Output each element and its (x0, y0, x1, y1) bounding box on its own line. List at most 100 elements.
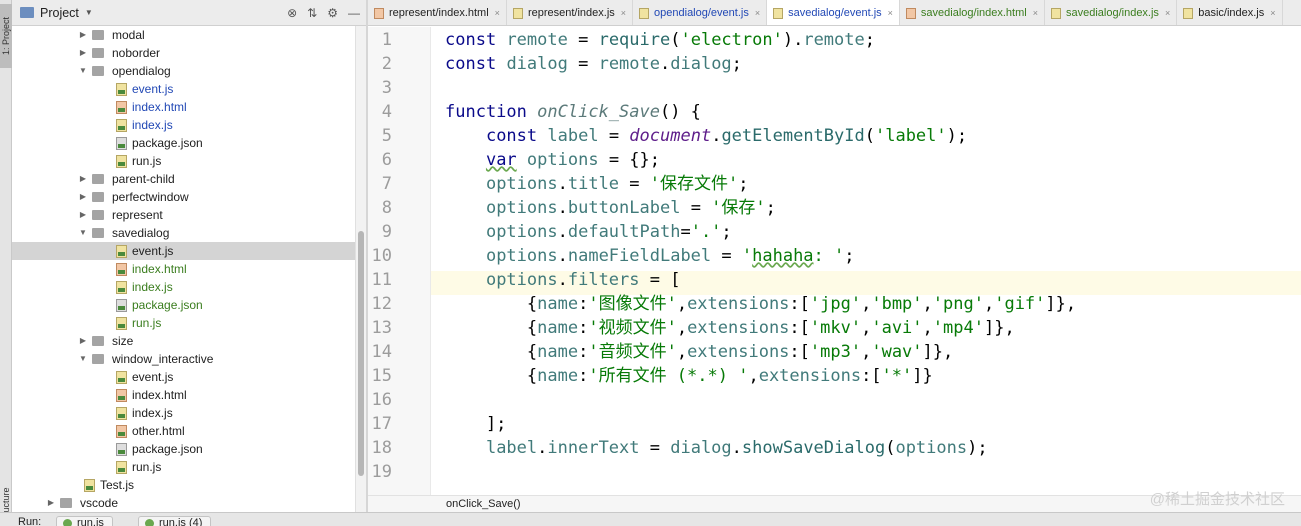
editor-tab[interactable]: basic/index.js × (1177, 0, 1283, 25)
tree-file[interactable]: package.json (12, 134, 355, 152)
tab-label: represent/index.html (389, 7, 489, 19)
tree-file[interactable]: index.html (12, 98, 355, 116)
chevron-right-icon[interactable]: ▶ (78, 26, 88, 44)
tree-folder[interactable]: ▶ size (12, 332, 355, 350)
chevron-down-icon[interactable]: ▼ (78, 62, 88, 80)
tree-folder[interactable]: ▶ perfectwindow (12, 188, 355, 206)
js-file-icon (116, 371, 127, 384)
js-file-icon (1050, 7, 1061, 19)
code-line-15[interactable]: {name:'所有文件 (*.*) ',extensions:['*']} (445, 364, 933, 388)
tree-folder[interactable]: ▶ represent (12, 206, 355, 224)
chevron-right-icon[interactable]: ▶ (78, 44, 88, 62)
close-icon[interactable]: × (1165, 8, 1170, 18)
chevron-right-icon[interactable]: ▶ (78, 206, 88, 224)
tree-file[interactable]: event.js (12, 368, 355, 386)
js-file-icon (116, 461, 127, 474)
editor-tab[interactable]: opendialog/event.js × (633, 0, 768, 25)
code-line-13[interactable]: {name:'视频文件',extensions:['mkv','avi','mp… (445, 316, 1015, 340)
chevron-down-icon[interactable]: ▼ (78, 350, 88, 368)
code-line-1[interactable]: const remote = require('electron').remot… (445, 28, 875, 52)
collapse-all-icon[interactable]: ⊗ (287, 6, 297, 20)
code-line-11[interactable]: options.filters = [ (445, 268, 681, 292)
js-file-icon (116, 317, 127, 330)
editor-tabs: represent/index.html × represent/index.js ×… (368, 0, 1301, 26)
tree-file[interactable]: run.js (12, 458, 355, 476)
chevron-right-icon[interactable]: ▶ (78, 188, 88, 206)
hide-panel-icon[interactable]: — (348, 6, 360, 20)
line-number: 8 (381, 198, 392, 218)
chevron-right-icon[interactable]: ▶ (78, 170, 88, 188)
run-tab[interactable]: run.js (56, 516, 113, 526)
tree-file[interactable]: run.js (12, 314, 355, 332)
tree-folder[interactable]: ▼ window_interactive (12, 350, 355, 368)
tree-item-label: run.js (132, 460, 162, 474)
tree-folder[interactable]: ▼ opendialog (12, 62, 355, 80)
chevron-down-icon[interactable]: ▼ (78, 224, 88, 242)
tree-item-label: size (112, 334, 134, 348)
tree-file[interactable]: index.html (12, 260, 355, 278)
line-number: 4 (381, 102, 392, 122)
editor-tab[interactable]: savedialog/index.html × (900, 0, 1045, 25)
chevron-down-icon[interactable]: ▼ (85, 8, 93, 17)
tree-item-label: represent (112, 208, 163, 222)
chevron-right-icon[interactable]: ▶ (78, 332, 88, 350)
tree-folder[interactable]: ▶ modal (12, 26, 355, 44)
html-file-icon (905, 7, 916, 19)
tree-folder[interactable]: ▶ noborder (12, 44, 355, 62)
tree-file[interactable]: run.js (12, 152, 355, 170)
editor-tab[interactable]: represent/index.js × (507, 0, 634, 25)
tree-file[interactable]: index.html (12, 386, 355, 404)
close-icon[interactable]: × (888, 8, 893, 18)
close-icon[interactable]: × (621, 8, 626, 18)
tree-file[interactable]: event.js (12, 242, 355, 260)
code-line-5[interactable]: const label = document.getElementById('l… (445, 124, 967, 148)
tree-folder[interactable]: ▶ vscode (12, 494, 355, 512)
code-editor[interactable]: const remote = require('electron').remot… (431, 27, 1301, 495)
run-tab[interactable]: run.js (4) (138, 516, 212, 526)
editor-tab[interactable]: savedialog/event.js × (767, 0, 900, 25)
tree-file[interactable]: index.js (12, 404, 355, 422)
breadcrumb-function[interactable]: onClick_Save() (446, 498, 521, 510)
tree-file[interactable]: package.json (12, 440, 355, 458)
folder-icon (92, 30, 104, 40)
tree-file[interactable]: index.js (12, 278, 355, 296)
chevron-right-icon[interactable]: ▶ (46, 494, 56, 512)
tree-item-label: index.js (132, 406, 173, 420)
code-line-6[interactable]: var options = {}; (445, 148, 660, 172)
tree-folder[interactable]: ▶ parent-child (12, 170, 355, 188)
code-line-10[interactable]: options.nameFieldLabel = 'hahaha: '; (445, 244, 855, 268)
line-number: 13 (371, 318, 392, 338)
close-icon[interactable]: × (1033, 8, 1038, 18)
code-line-14[interactable]: {name:'音频文件',extensions:['mp3','wav']}, (445, 340, 953, 364)
code-line-9[interactable]: options.defaultPath='.'; (445, 220, 732, 244)
tab-label: savedialog/index.html (920, 7, 1027, 19)
code-line-17[interactable]: ]; (445, 412, 506, 436)
project-view-selector[interactable]: Project (40, 6, 79, 20)
tree-file[interactable]: event.js (12, 80, 355, 98)
tree-item-label: index.html (132, 388, 187, 402)
close-icon[interactable]: × (1270, 8, 1275, 18)
editor-tab[interactable]: represent/index.html × (368, 0, 507, 25)
code-line-18[interactable]: label.innerText = dialog.showSaveDialog(… (445, 436, 988, 460)
code-line-7[interactable]: options.title = '保存文件'; (445, 172, 749, 196)
tree-file[interactable]: Test.js (12, 476, 355, 494)
code-line-12[interactable]: {name:'图像文件',extensions:['jpg','bmp','pn… (445, 292, 1076, 316)
code-line-2[interactable]: const dialog = remote.dialog; (445, 52, 742, 76)
project-scrollbar[interactable] (355, 26, 366, 512)
tree-file[interactable]: package.json (12, 296, 355, 314)
tree-folder[interactable]: ▼ savedialog (12, 224, 355, 242)
line-number: 16 (371, 390, 392, 410)
scrollbar-thumb[interactable] (358, 231, 364, 476)
code-line-4[interactable]: function onClick_Save() { (445, 100, 701, 124)
js-file-icon (116, 281, 127, 294)
js-file-icon (116, 245, 127, 258)
tree-file[interactable]: other.html (12, 422, 355, 440)
tree-file[interactable]: index.js (12, 116, 355, 134)
project-tool-button[interactable]: 1: Project (0, 4, 12, 68)
close-icon[interactable]: × (755, 8, 760, 18)
close-icon[interactable]: × (495, 8, 500, 18)
editor-tab[interactable]: savedialog/index.js × (1045, 0, 1178, 25)
gear-icon[interactable]: ⚙ (327, 6, 338, 20)
code-line-8[interactable]: options.buttonLabel = '保存'; (445, 196, 776, 220)
scroll-from-source-icon[interactable]: ⇅ (307, 6, 317, 20)
